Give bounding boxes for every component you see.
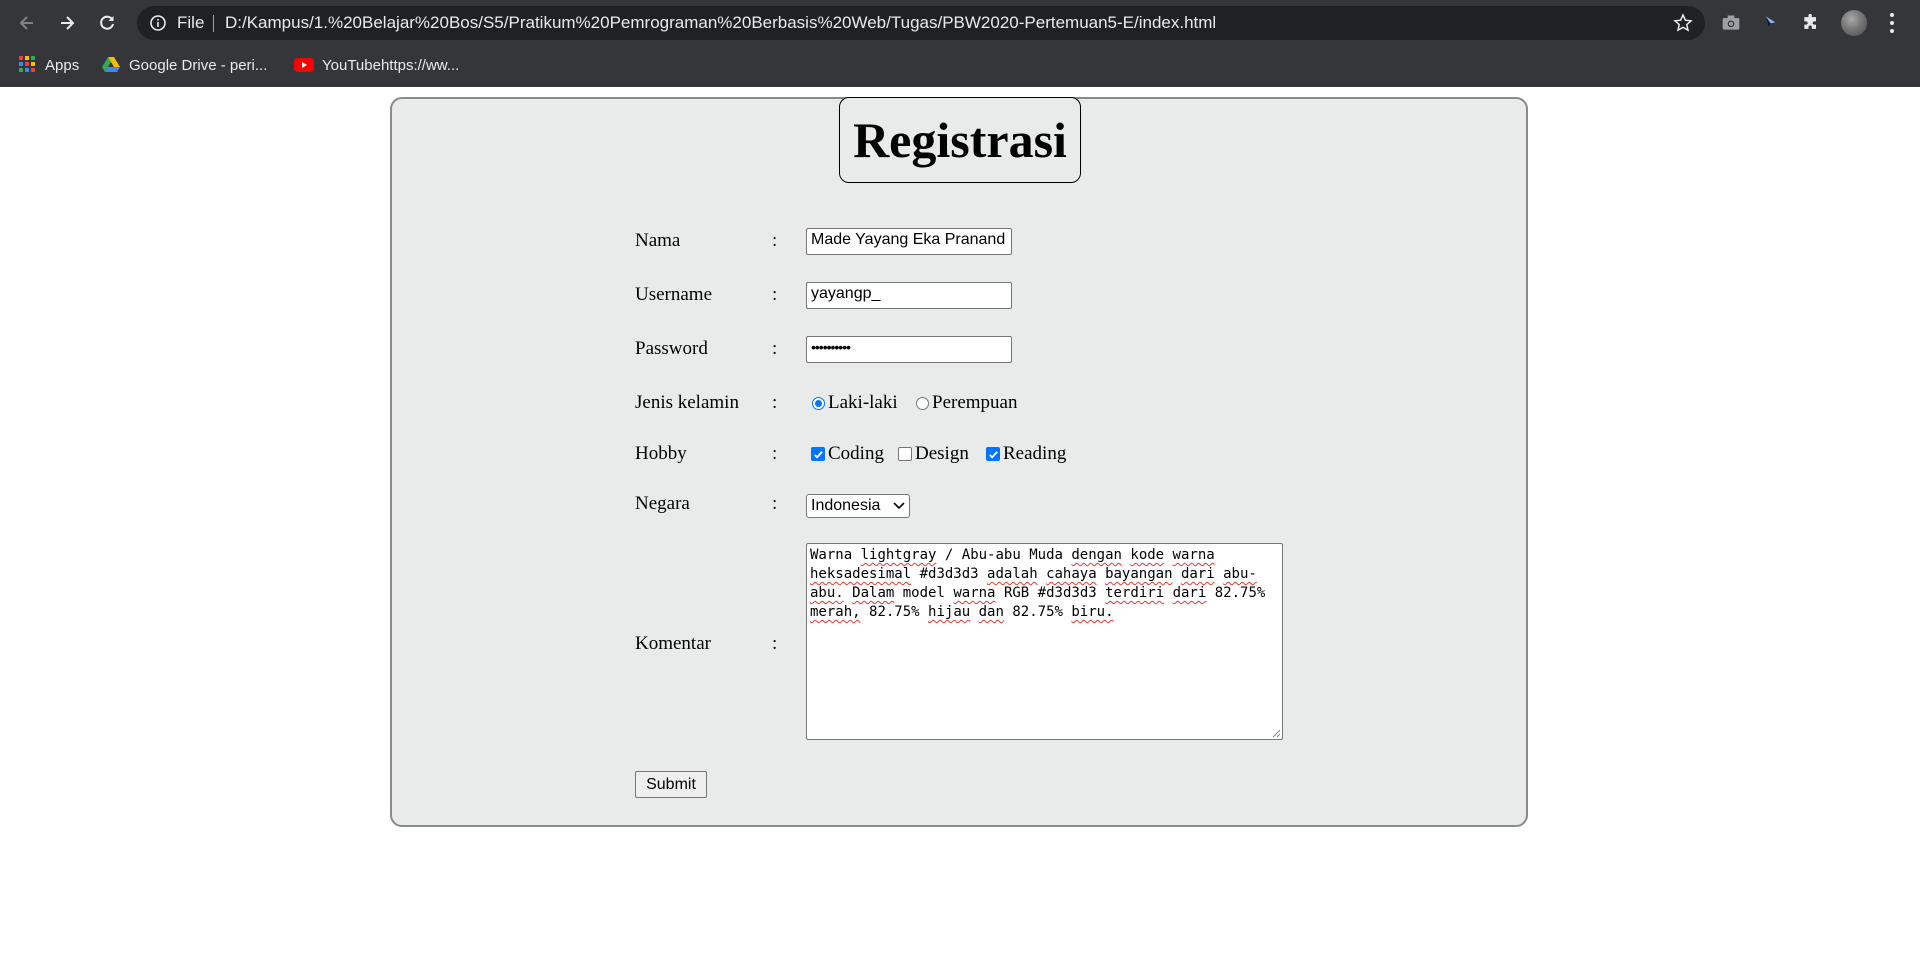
nama-label: Nama [635, 230, 681, 251]
negara-select[interactable]: Indonesia [806, 494, 910, 518]
checkmark-icon [813, 450, 823, 459]
spellcheck-word: kode [1130, 547, 1165, 563]
spellcheck-word: dengan [1071, 547, 1122, 563]
spellcheck-word: terdiri [1105, 585, 1165, 601]
username-colon: : [772, 284, 778, 305]
spellcheck-word: merah, [810, 604, 861, 620]
komentar-label: Komentar [635, 633, 711, 654]
address-bar[interactable]: File D:/Kampus/1.%20Belajar%20Bos/S5/Pra… [137, 6, 1705, 40]
browser-menu-button[interactable] [1885, 11, 1899, 35]
spellcheck-word: bayangan [1105, 566, 1173, 582]
info-icon[interactable] [149, 14, 167, 32]
checkbox-label: Reading [1003, 443, 1067, 464]
spellcheck-word: adalah [987, 566, 1038, 582]
browser-chrome: File D:/Kampus/1.%20Belajar%20Bos/S5/Pra… [0, 0, 1920, 87]
hobby-colon: : [772, 443, 778, 464]
bookmark-label: YouTubehttps://ww... [322, 56, 460, 74]
menu-dot [1890, 21, 1894, 25]
password-input[interactable]: •••••••••• [806, 336, 1012, 363]
negara-selected-value: Indonesia [811, 497, 881, 514]
gender-option-perempuan[interactable]: Perempuan [916, 392, 1017, 414]
camera-icon[interactable] [1719, 11, 1743, 35]
browser-toolbar: File D:/Kampus/1.%20Belajar%20Bos/S5/Pra… [0, 0, 1920, 46]
profile-avatar[interactable] [1841, 10, 1867, 36]
apps-grid-icon [19, 56, 37, 74]
spellcheck-word: cahaya [1046, 566, 1097, 582]
bookmark-apps[interactable]: Apps [19, 54, 79, 76]
address-separator [213, 15, 214, 32]
chevron-down-icon [893, 502, 905, 510]
cursor-icon[interactable] [1758, 11, 1782, 35]
resize-grip-icon[interactable] [1271, 728, 1281, 738]
arrow-right-icon [61, 16, 75, 30]
password-label: Password [635, 338, 708, 359]
negara-colon: : [772, 493, 778, 514]
form-title: Registrasi [839, 97, 1081, 183]
nama-input[interactable]: Made Yayang Eka Pranand [806, 228, 1012, 255]
checkbox-label: Coding [828, 443, 884, 464]
spellcheck-word: dari [1172, 585, 1207, 601]
gender-colon: : [772, 392, 778, 413]
checkbox-design[interactable] [898, 447, 912, 461]
radio-label: Perempuan [932, 392, 1018, 413]
bookmark-label: Apps [45, 56, 80, 74]
forward-button[interactable] [52, 8, 82, 38]
radio-perempuan[interactable] [916, 396, 929, 410]
spellcheck-word: biru. [1071, 604, 1114, 620]
radio-laki-laki[interactable] [812, 396, 825, 410]
spellcheck-word: heksadesimal [810, 566, 912, 582]
nama-colon: : [772, 230, 778, 251]
hobby-option-design[interactable]: Design [898, 443, 969, 465]
spellcheck-word: lightgray [860, 547, 937, 563]
komentar-textarea[interactable]: Warna lightgray / Abu-abu Muda dengan ko… [806, 543, 1283, 740]
star-icon[interactable] [1673, 13, 1693, 33]
bookmarks-bar: Apps Google Drive - peri... YouTubehttps… [0, 46, 1920, 86]
menu-dot [1890, 29, 1894, 33]
komentar-text: Warna lightgray / Abu-abu Muda dengan ko… [810, 547, 1266, 620]
negara-label: Negara [635, 493, 690, 514]
radio-label: Laki-laki [828, 392, 898, 413]
spellcheck-word: dari [1180, 566, 1215, 582]
gender-option-laki-laki[interactable]: Laki-laki [812, 392, 898, 414]
bookmark-label: Google Drive - peri... [129, 56, 268, 74]
spellcheck-word: warna [1172, 547, 1215, 563]
spellcheck-word: dan [978, 604, 1004, 620]
reload-button[interactable] [92, 8, 122, 38]
hobby-option-reading[interactable]: Reading [986, 443, 1066, 465]
hobby-label: Hobby [635, 443, 687, 464]
file-scheme-label: File [177, 13, 205, 32]
checkbox-reading[interactable] [986, 447, 1000, 461]
username-label: Username [635, 284, 713, 305]
bookmark-youtube[interactable]: YouTubehttps://ww... [294, 54, 459, 76]
checkbox-coding[interactable] [811, 447, 825, 461]
arrow-left-icon [19, 16, 33, 30]
spellcheck-word: warna [953, 585, 996, 601]
spellcheck-word: Dalam [852, 585, 895, 601]
hobby-option-coding[interactable]: Coding [811, 443, 884, 465]
puzzle-icon[interactable] [1799, 11, 1823, 35]
google-drive-icon [102, 57, 120, 72]
bookmark-google-drive[interactable]: Google Drive - peri... [101, 54, 267, 76]
password-colon: : [772, 338, 778, 359]
back-button[interactable] [12, 8, 42, 38]
checkbox-label: Design [915, 443, 969, 464]
reload-icon [100, 15, 114, 30]
url-text[interactable]: D:/Kampus/1.%20Belajar%20Bos/S5/Pratikum… [225, 13, 1216, 33]
spellcheck-word: hijau [928, 604, 971, 620]
youtube-icon [294, 58, 314, 72]
komentar-colon: : [772, 633, 778, 654]
menu-dot [1890, 13, 1894, 17]
submit-button[interactable]: Submit [635, 771, 707, 798]
username-input[interactable]: yayangp_ [806, 282, 1012, 309]
gender-label: Jenis kelamin [635, 392, 739, 413]
checkmark-icon [988, 450, 998, 459]
